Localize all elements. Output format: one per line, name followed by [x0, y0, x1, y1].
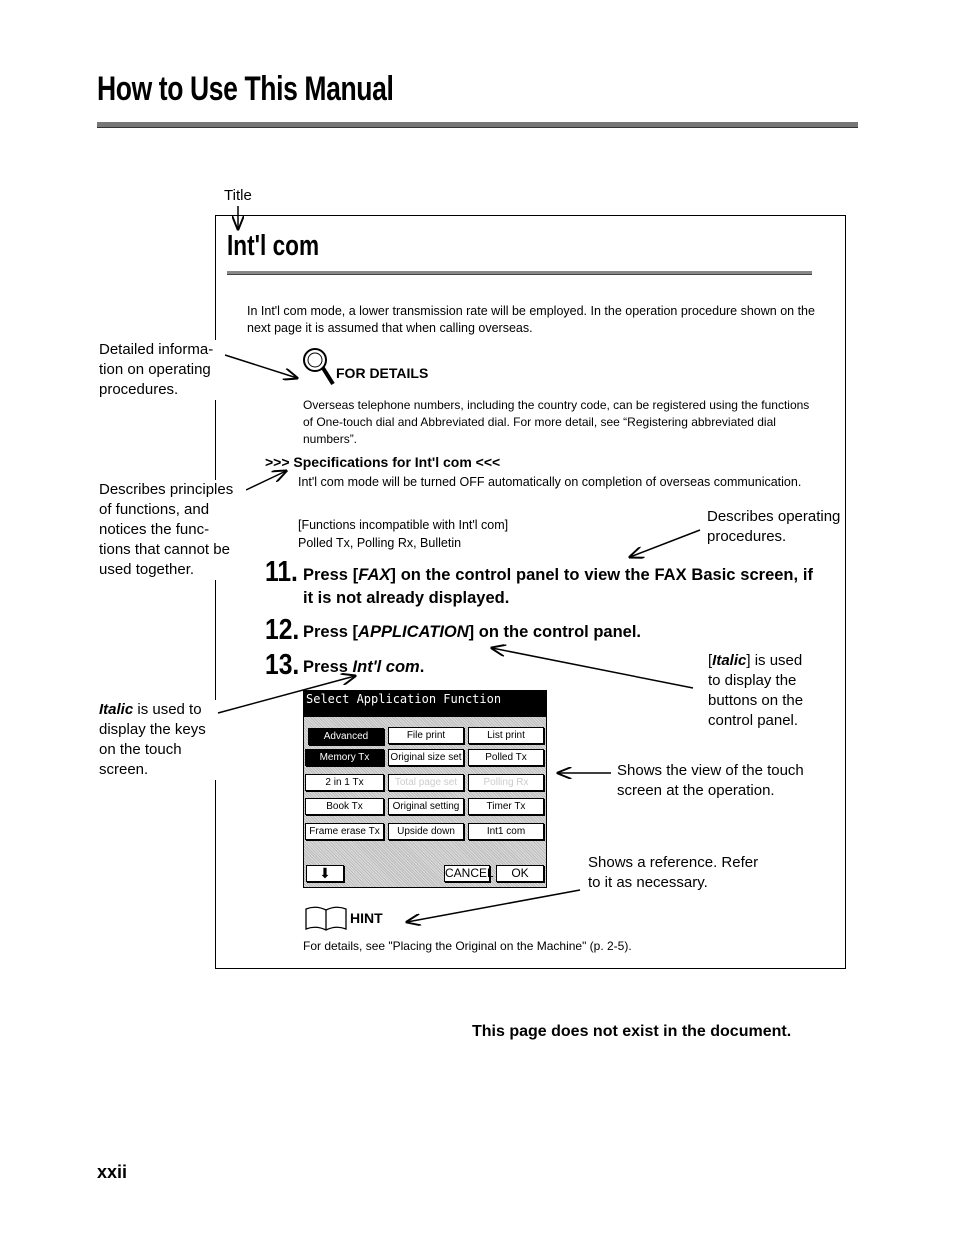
page-number: xxii — [97, 1162, 128, 1182]
italic-word: Italic — [712, 652, 747, 669]
step-number: 11. — [265, 556, 298, 588]
arrow-principles — [245, 471, 286, 491]
touch-screen-image: Select Application Function Advanced Fil… — [303, 690, 547, 888]
total-page-set-key: Total page set — [388, 774, 464, 791]
incompatible-list: Polled Tx, Polling Rx, Bulletin — [298, 536, 462, 550]
intl-com-key: Int1 com — [468, 823, 544, 840]
memory-tx-key: Memory Tx — [305, 749, 384, 766]
step-text: Press [FAX] on the control panel to view… — [303, 566, 813, 607]
callout-arrows — [217, 205, 701, 1235]
polling-rx-key: Polling Rx — [468, 774, 544, 791]
step-number: 13. — [265, 649, 300, 681]
upside-down-key: Upside down — [388, 823, 464, 840]
italic-word: Italic — [99, 701, 134, 718]
for-details-label: FOR DETAILS — [336, 365, 429, 381]
arrow-italic-buttons — [492, 648, 694, 689]
ok-key: OK — [496, 865, 544, 882]
hint-label: HINT — [350, 910, 383, 926]
2in1-tx-key: 2 in 1 Tx — [305, 774, 384, 791]
arrow-detailed — [224, 354, 297, 378]
step-number: 12. — [265, 614, 300, 646]
book-icon — [305, 906, 347, 931]
hint-text: For details, see "Placing the Original o… — [303, 939, 632, 953]
callout-italic-keys: Italic is used to display the keys on th… — [99, 700, 217, 780]
original-setting-key: Original setting — [388, 798, 464, 815]
step-text: Press [APPLICATION] on the control panel… — [303, 623, 642, 641]
callout-principles: Describes principles of functions, and n… — [99, 480, 246, 580]
callout-italic-buttons: [Italic] is used to display the buttons … — [708, 651, 828, 731]
callout-title: Title — [224, 186, 252, 206]
callout-reference: Shows a reference. Refer to it as necess… — [588, 853, 759, 893]
polled-tx-key: Polled Tx — [468, 749, 544, 766]
frame-erase-tx-key: Frame erase Tx — [305, 823, 384, 840]
original-size-set-key: Original size set — [388, 749, 464, 766]
timer-tx-key: Timer Tx — [468, 798, 544, 815]
sample-title: Int'l com — [227, 230, 320, 262]
sample-intro: In Int'l com mode, a lower transmission … — [247, 304, 815, 335]
magnifier-icon — [303, 348, 335, 386]
notice-text: This page does not exist in the document… — [472, 1023, 792, 1040]
screen-title: Select Application Function — [304, 691, 546, 717]
arrow-reference — [407, 889, 581, 922]
spec-heading: >>> Specifications for Int'l com <<< — [265, 454, 501, 470]
arrow-operating — [630, 529, 701, 557]
spec-text: Int'l com mode will be turned OFF automa… — [298, 475, 802, 489]
down-arrow-icon: ⬇ — [306, 865, 344, 882]
callout-touch-view: Shows the view of the touch screen at th… — [617, 761, 804, 801]
manual-page: How to Use This Manual Title Detailed in… — [0, 0, 954, 1235]
step-text: Press Int'l com. — [303, 658, 425, 676]
tab-file-print: File print — [388, 727, 464, 744]
tab-advanced: Advanced — [308, 728, 384, 745]
incompatible-heading: [Functions incompatible with Int'l com] — [298, 518, 509, 532]
tab-list-print: List print — [468, 727, 544, 744]
for-details-text: Overseas telephone numbers, including th… — [303, 398, 810, 446]
book-tx-key: Book Tx — [305, 798, 384, 815]
callout-operating: Describes operating procedures. — [707, 507, 841, 547]
cancel-key: CANCEL — [444, 865, 494, 882]
sample-title-rule — [227, 271, 812, 275]
callout-detailed: Detailed informa- tion on operating proc… — [99, 340, 225, 400]
